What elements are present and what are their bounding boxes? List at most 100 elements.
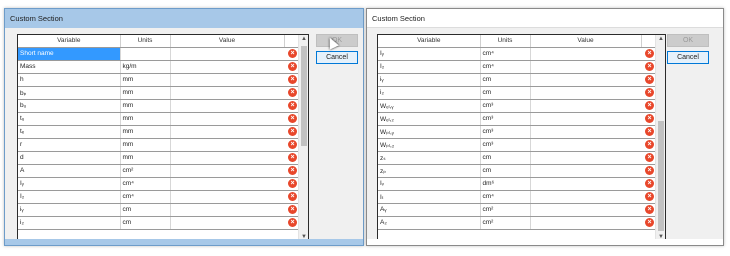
- table-row[interactable]: Wₚₗ,ᵧ cm³ ×: [378, 125, 656, 139]
- variable-cell[interactable]: Aᵧ: [378, 203, 481, 217]
- value-cell[interactable]: [530, 138, 641, 152]
- units-cell[interactable]: cm⁴: [120, 190, 171, 204]
- variable-cell[interactable]: iᵧ: [378, 73, 481, 87]
- delete-row-icon[interactable]: ×: [288, 75, 297, 84]
- value-cell[interactable]: [170, 112, 284, 126]
- delete-row-icon[interactable]: ×: [645, 114, 654, 123]
- value-cell[interactable]: [530, 125, 641, 139]
- units-cell[interactable]: mm: [120, 99, 171, 113]
- variable-cell[interactable]: Iᵧ: [18, 177, 121, 191]
- value-cell[interactable]: [170, 203, 284, 217]
- value-cell[interactable]: [170, 164, 284, 178]
- variable-cell[interactable]: i₂: [18, 216, 121, 230]
- value-cell[interactable]: [530, 112, 641, 126]
- table-row[interactable]: bᵤ mm ×: [18, 99, 299, 113]
- delete-row-icon[interactable]: ×: [645, 218, 654, 227]
- column-header-units[interactable]: Units: [120, 35, 171, 48]
- variable-cell[interactable]: r: [18, 138, 121, 152]
- variable-cell[interactable]: bᵤ: [18, 99, 121, 113]
- variable-cell[interactable]: tₑ: [18, 125, 121, 139]
- value-cell[interactable]: [170, 99, 284, 113]
- table-row[interactable]: Iᵧ cm⁴ ×: [378, 47, 656, 61]
- variable-cell[interactable]: Mass: [18, 60, 121, 74]
- scrollbar-thumb[interactable]: [658, 121, 664, 231]
- variable-cell[interactable]: bₚ: [18, 86, 121, 100]
- units-cell[interactable]: mm: [120, 73, 171, 87]
- delete-row-icon[interactable]: ×: [645, 127, 654, 136]
- variable-cell[interactable]: Wₑₗ,ᵧ: [378, 99, 481, 113]
- variable-cell[interactable]: A₂: [378, 216, 481, 230]
- units-cell[interactable]: cm²: [480, 216, 531, 230]
- delete-row-icon[interactable]: ×: [288, 179, 297, 188]
- cancel-button[interactable]: Cancel: [316, 51, 358, 64]
- value-cell[interactable]: [170, 125, 284, 139]
- units-cell[interactable]: cm³: [480, 138, 531, 152]
- table-row[interactable]: i₂ cm ×: [378, 86, 656, 100]
- value-cell[interactable]: [170, 60, 284, 74]
- delete-row-icon[interactable]: ×: [288, 192, 297, 201]
- value-cell[interactable]: [170, 216, 284, 230]
- table-row[interactable]: tᵤ mm ×: [18, 112, 299, 126]
- delete-row-icon[interactable]: ×: [645, 88, 654, 97]
- column-header-value[interactable]: Value: [170, 35, 285, 48]
- units-cell[interactable]: cm: [480, 73, 531, 87]
- delete-row-icon[interactable]: ×: [288, 127, 297, 136]
- table-row[interactable]: i₂ cm ×: [18, 216, 299, 230]
- table-row[interactable]: d mm ×: [18, 151, 299, 165]
- value-cell[interactable]: [530, 177, 641, 191]
- ok-button[interactable]: OK: [667, 34, 709, 47]
- delete-row-icon[interactable]: ×: [645, 140, 654, 149]
- scrollbar-thumb[interactable]: [301, 46, 307, 146]
- vertical-scrollbar[interactable]: ▲ ▼: [655, 35, 665, 242]
- variable-cell[interactable]: Wₚₗ,₂: [378, 138, 481, 152]
- value-cell[interactable]: [530, 190, 641, 204]
- units-cell[interactable]: cm³: [480, 125, 531, 139]
- table-row[interactable]: I₂ cm⁴ ×: [18, 190, 299, 204]
- value-cell[interactable]: [530, 47, 641, 61]
- table-row[interactable]: Iᵥ dm⁶ ×: [378, 177, 656, 191]
- value-cell[interactable]: [530, 60, 641, 74]
- delete-row-icon[interactable]: ×: [288, 166, 297, 175]
- delete-row-icon[interactable]: ×: [288, 205, 297, 214]
- units-cell[interactable]: mm: [120, 151, 171, 165]
- delete-row-icon[interactable]: ×: [645, 166, 654, 175]
- delete-row-icon[interactable]: ×: [645, 101, 654, 110]
- delete-row-icon[interactable]: ×: [288, 101, 297, 110]
- table-row[interactable]: iᵧ cm ×: [18, 203, 299, 217]
- delete-row-icon[interactable]: ×: [645, 75, 654, 84]
- value-cell[interactable]: [530, 86, 641, 100]
- vertical-scrollbar[interactable]: ▲ ▼: [298, 35, 308, 242]
- delete-row-icon[interactable]: ×: [288, 140, 297, 149]
- variable-cell[interactable]: Short name: [18, 47, 121, 61]
- variable-cell[interactable]: Wₚₗ,ᵧ: [378, 125, 481, 139]
- scroll-up-arrow-icon[interactable]: ▲: [299, 35, 308, 44]
- value-cell[interactable]: [530, 164, 641, 178]
- variable-cell[interactable]: Iₜ: [378, 190, 481, 204]
- delete-row-icon[interactable]: ×: [645, 153, 654, 162]
- delete-row-icon[interactable]: ×: [645, 179, 654, 188]
- scroll-up-arrow-icon[interactable]: ▲: [656, 35, 665, 44]
- value-cell[interactable]: [170, 47, 284, 61]
- units-cell[interactable]: cm: [480, 86, 531, 100]
- value-cell[interactable]: [170, 190, 284, 204]
- units-cell[interactable]: kg/m: [120, 60, 171, 74]
- value-cell[interactable]: [170, 151, 284, 165]
- units-cell[interactable]: cm²: [480, 203, 531, 217]
- variable-cell[interactable]: iᵧ: [18, 203, 121, 217]
- units-cell[interactable]: cm: [120, 203, 171, 217]
- variables-grid[interactable]: Variable Units Value Iᵧ cm⁴ × I₂ cm⁴ × iᵧ cm × i₂…: [377, 34, 666, 243]
- variable-cell[interactable]: zₚ: [378, 164, 481, 178]
- units-cell[interactable]: cm³: [480, 99, 531, 113]
- table-row[interactable]: Iᵧ cm⁴ ×: [18, 177, 299, 191]
- delete-row-icon[interactable]: ×: [288, 49, 297, 58]
- variable-cell[interactable]: I₂: [18, 190, 121, 204]
- variable-cell[interactable]: Iᵥ: [378, 177, 481, 191]
- value-cell[interactable]: [170, 86, 284, 100]
- value-cell[interactable]: [530, 216, 641, 230]
- value-cell[interactable]: [530, 99, 641, 113]
- value-cell[interactable]: [530, 151, 641, 165]
- units-cell[interactable]: cm²: [120, 164, 171, 178]
- units-cell[interactable]: mm: [120, 138, 171, 152]
- units-cell[interactable]: mm: [120, 125, 171, 139]
- variable-cell[interactable]: I₂: [378, 60, 481, 74]
